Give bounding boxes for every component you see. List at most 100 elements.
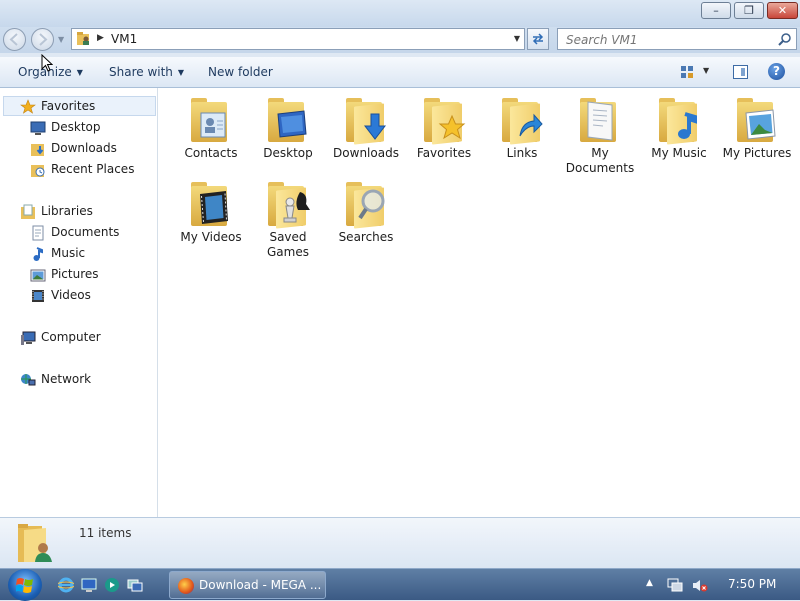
folder-my-videos[interactable]: My Videos — [172, 180, 250, 245]
back-button[interactable] — [3, 28, 26, 51]
download-arrow-icon — [342, 96, 390, 145]
chevron-down-icon: ▼ — [177, 68, 185, 77]
view-options-dropdown[interactable]: ▼ — [703, 66, 709, 75]
minimize-icon: – — [713, 4, 719, 17]
internet-explorer-icon[interactable] — [58, 577, 74, 593]
item-label: Desktop — [263, 146, 313, 160]
nav-downloads-label: Downloads — [51, 141, 117, 155]
action-center-icon[interactable] — [667, 578, 683, 592]
folder-my-music[interactable]: My Music — [640, 96, 718, 161]
item-label: Saved Games — [267, 230, 309, 259]
maximize-icon: ❐ — [744, 4, 754, 17]
recent-places-icon — [31, 165, 45, 177]
film-icon — [187, 180, 235, 228]
nav-libraries-label: Libraries — [41, 204, 93, 218]
volume-muted-icon[interactable] — [692, 578, 708, 593]
file-list: Contacts Desktop Downloads Favorites Lin… — [158, 88, 800, 517]
star-icon — [420, 96, 468, 145]
picture-icon — [30, 269, 46, 282]
nav-music-label: Music — [51, 246, 86, 260]
link-arrow-icon — [498, 96, 546, 145]
address-row: ▼ ▶ VM1 ▼ — [0, 27, 800, 53]
folder-my-pictures[interactable]: My Pictures — [718, 96, 796, 161]
contacts-icon — [187, 96, 235, 144]
show-hidden-icons-icon[interactable]: ▲ — [646, 578, 653, 588]
folder-desktop[interactable]: Desktop — [249, 96, 327, 161]
star-icon — [20, 99, 36, 114]
folder-saved-games[interactable]: Saved Games — [249, 180, 327, 260]
mouse-cursor-icon — [41, 54, 53, 72]
user-folder-icon — [18, 524, 52, 562]
start-button[interactable] — [8, 569, 42, 601]
item-label: My Documents — [565, 146, 635, 175]
navigation-pane: Favorites Desktop Downloads Recent Place… — [0, 88, 158, 517]
item-label: Contacts — [184, 146, 238, 160]
share-with-button[interactable]: Share with ▼ — [109, 65, 184, 79]
nav-recent-places-label: Recent Places — [51, 162, 135, 176]
item-label: Downloads — [333, 146, 399, 160]
music-note-icon — [655, 96, 703, 145]
film-icon — [32, 290, 44, 302]
folder-my-documents[interactable]: My Documents — [561, 96, 639, 176]
close-button[interactable]: ✕ — [767, 2, 798, 19]
switch-windows-icon[interactable] — [127, 577, 143, 593]
help-icon[interactable]: ? — [768, 63, 785, 80]
taskbar-button-firefox[interactable]: Download - MEGA ... — [169, 571, 326, 599]
folder-links[interactable]: Links — [483, 96, 561, 161]
refresh-button[interactable] — [527, 28, 549, 50]
firefox-icon — [178, 578, 194, 594]
address-dropdown-icon[interactable]: ▼ — [514, 34, 520, 43]
document-icon — [576, 96, 624, 144]
breadcrumb-separator-icon[interactable]: ▶ — [97, 33, 104, 43]
close-icon: ✕ — [777, 4, 788, 17]
media-player-icon[interactable] — [104, 577, 120, 593]
downloads-folder-icon — [31, 144, 44, 156]
folder-favorites[interactable]: Favorites — [405, 96, 483, 161]
folder-user-icon — [77, 32, 89, 45]
desktop-icon — [30, 121, 46, 135]
details-pane: 11 items — [0, 517, 800, 568]
network-icon — [21, 374, 36, 386]
folder-contacts[interactable]: Contacts — [172, 96, 250, 161]
search-input[interactable] — [564, 31, 768, 49]
search-box[interactable] — [557, 28, 797, 50]
forward-arrow-icon — [39, 33, 48, 46]
nav-documents-label: Documents — [51, 225, 120, 239]
item-label: Favorites — [416, 146, 472, 160]
documents-icon — [32, 225, 44, 241]
picture-icon — [733, 96, 781, 144]
nav-favorites-label: Favorites — [41, 99, 96, 113]
preview-pane-icon[interactable] — [733, 65, 748, 79]
item-label: My Music — [651, 146, 707, 160]
breadcrumb-vm1[interactable]: VM1 — [111, 32, 137, 46]
libraries-icon — [21, 204, 35, 219]
refresh-icon — [532, 33, 544, 45]
magnifier-icon — [342, 180, 390, 229]
taskbar-button-label: Download - MEGA ... — [199, 578, 322, 592]
back-arrow-icon — [9, 33, 18, 46]
recent-pages-dropdown[interactable]: ▼ — [58, 35, 67, 44]
chevron-down-icon: ▼ — [76, 68, 83, 77]
item-count: 11 items — [79, 526, 132, 540]
minimize-button[interactable]: – — [701, 2, 731, 19]
maximize-button[interactable]: ❐ — [734, 2, 764, 19]
taskbar: Download - MEGA ... ▲ 7:50 PM — [0, 568, 800, 601]
nav-videos-label: Videos — [51, 288, 91, 302]
item-label: Searches — [338, 230, 394, 244]
folder-downloads[interactable]: Downloads — [327, 96, 405, 161]
search-icon[interactable] — [778, 32, 792, 46]
new-folder-button[interactable]: New folder — [208, 65, 273, 79]
address-bar[interactable]: ▶ VM1 ▼ — [71, 28, 525, 50]
change-view-icon[interactable] — [680, 65, 694, 79]
chess-piece-icon — [264, 180, 312, 229]
forward-button[interactable] — [31, 28, 54, 51]
folder-searches[interactable]: Searches — [327, 180, 405, 245]
title-bar: – ❐ ✕ — [0, 0, 800, 27]
nav-pictures-label: Pictures — [51, 267, 99, 281]
nav-computer-label: Computer — [41, 330, 101, 344]
show-desktop-icon[interactable] — [81, 577, 97, 593]
item-label: My Pictures — [722, 146, 792, 160]
item-label: Links — [506, 146, 538, 160]
clock[interactable]: 7:50 PM — [728, 577, 776, 591]
computer-icon — [21, 331, 36, 345]
